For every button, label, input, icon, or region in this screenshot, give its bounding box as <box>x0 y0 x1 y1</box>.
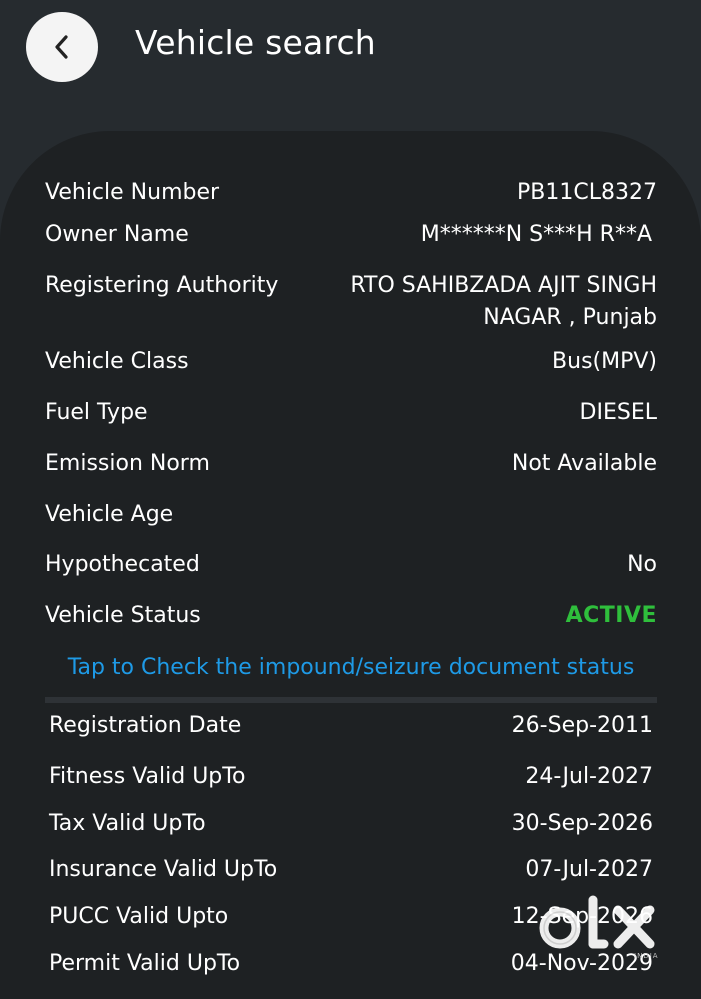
validity-value: 04-Nov-2029 <box>510 951 653 976</box>
page-title: Vehicle search <box>135 23 376 62</box>
validity-label: PUCC Valid Upto <box>49 904 229 929</box>
detail-label: Hypothecated <box>45 552 200 577</box>
validity-label: Fitness Valid UpTo <box>49 764 246 789</box>
validity-value: 24-Jul-2027 <box>525 764 653 789</box>
validity-label: Tax Valid UpTo <box>49 811 206 836</box>
validity-value: 30-Sep-2026 <box>511 811 653 836</box>
detail-value: DIESEL <box>579 400 657 425</box>
detail-label: Registering Authority <box>45 273 279 298</box>
validity-label: Permit Valid UpTo <box>49 951 241 976</box>
chevron-left-icon <box>55 35 68 59</box>
impound-status-link[interactable]: Tap to Check the impound/seizure documen… <box>45 652 657 684</box>
detail-value: No <box>627 552 657 577</box>
detail-value: Bus(MPV) <box>552 349 657 374</box>
detail-label: Vehicle Number <box>45 180 220 205</box>
section-divider <box>45 697 657 703</box>
status-badge: ACTIVE <box>565 603 657 628</box>
back-button[interactable] <box>26 12 98 82</box>
detail-label: Emission Norm <box>45 451 210 476</box>
detail-value: M******N S***H R**A <box>420 222 652 247</box>
detail-value: Not Available <box>511 451 657 476</box>
detail-label: Vehicle Age <box>45 502 174 527</box>
validity-label: Insurance Valid UpTo <box>49 857 278 882</box>
detail-label: Fuel Type <box>45 400 148 425</box>
detail-label: Owner Name <box>45 222 189 247</box>
detail-value: RTO SAHIBZADA AJIT SINGH NAGAR , Punjab <box>350 273 657 330</box>
vehicle-search-screen: Vehicle search Vehicle Number PB11CL8327… <box>0 0 701 999</box>
detail-label: Vehicle Status <box>45 603 201 628</box>
validity-value: 12-Sep-2026 <box>511 904 653 929</box>
validity-value: 07-Jul-2027 <box>525 857 653 882</box>
detail-label: Vehicle Class <box>45 349 189 374</box>
validity-label: Registration Date <box>49 713 242 738</box>
validity-value: 26-Sep-2011 <box>511 713 653 738</box>
detail-value: PB11CL8327 <box>517 180 657 205</box>
